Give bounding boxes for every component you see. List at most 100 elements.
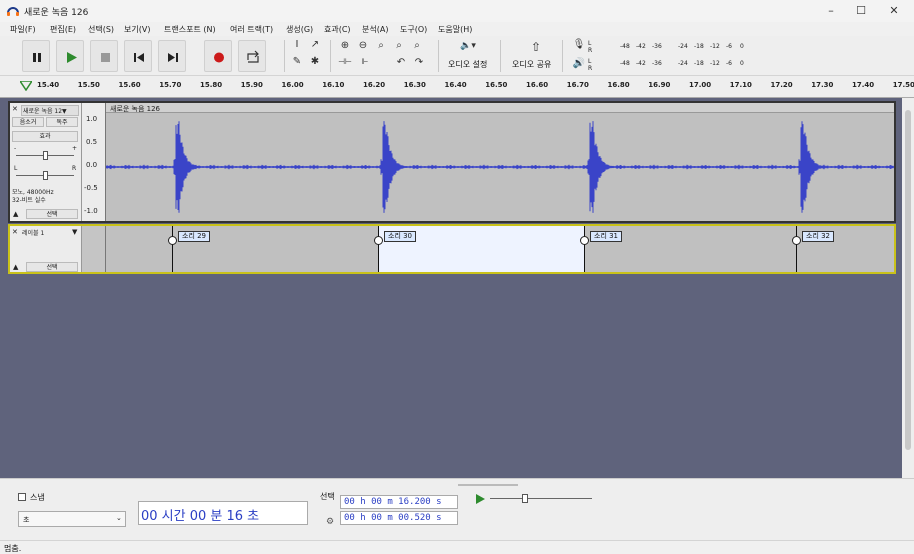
pause-button[interactable] [22, 40, 50, 72]
scale-0.0: 0.0 [86, 161, 98, 169]
snap-label: 스냅 [30, 493, 45, 502]
menu-generate[interactable]: 생성(G) [286, 24, 313, 35]
menu-effect[interactable]: 효과(C) [324, 24, 351, 35]
ruler-tick: 17.50 [892, 81, 914, 89]
pan-slider-thumb[interactable] [43, 171, 48, 180]
menu-help[interactable]: 도움말(H) [438, 24, 472, 35]
label-handle[interactable] [792, 236, 801, 245]
redo-icon[interactable]: ↷ [412, 57, 426, 68]
label-marker[interactable] [378, 226, 379, 272]
vertical-scrollbar[interactable] [902, 98, 914, 478]
label-box[interactable]: 소리 31 [590, 231, 623, 242]
ruler-tick: 15.90 [240, 81, 263, 89]
share-icon[interactable]: ⇧ [528, 40, 544, 54]
label-handle[interactable] [580, 236, 589, 245]
zoom-out-icon[interactable]: ⊖ [356, 40, 370, 51]
track-close-icon[interactable]: ✕ [12, 105, 18, 113]
collapse-track-icon[interactable]: ▲ [13, 210, 18, 218]
playback-meter[interactable]: -48 -42 -36 -24 -18 -12 -6 0 [598, 58, 766, 70]
ruler-tick: 17.40 [852, 81, 875, 89]
minimize-button[interactable]: – [820, 3, 842, 19]
undo-icon[interactable]: ↶ [394, 57, 408, 68]
zoom-fit-icon[interactable]: ⌕ [392, 40, 406, 51]
gain-minus-label: - [14, 145, 17, 152]
label-track-panel: ✕ 레이블 1 ▼ ▲ 선택 [10, 226, 82, 272]
menu-select[interactable]: 선택(S) [88, 24, 114, 35]
menu-transport[interactable]: 트랜스포트 (N) [164, 24, 216, 35]
selection-length-field[interactable]: 00 h 00 m 00.520 s [340, 511, 458, 525]
chevron-down-icon[interactable]: ▼ [72, 228, 77, 236]
effects-button[interactable]: 효과 [12, 131, 78, 142]
gain-slider-thumb[interactable] [43, 151, 48, 160]
skip-start-button[interactable] [124, 40, 152, 72]
zoom-toggle-icon[interactable]: ⌕ [410, 40, 424, 51]
resize-grip[interactable] [458, 484, 518, 486]
label-box[interactable]: 소리 32 [802, 231, 835, 242]
select-label-track-button[interactable]: 선택 [26, 262, 78, 272]
playback-speed-slider[interactable] [490, 498, 592, 499]
timeline-ruler[interactable]: 15.40 15.50 15.60 15.70 15.80 15.90 16.00 16.10… [0, 76, 914, 98]
ruler-tick: 17.00 [689, 81, 712, 89]
label-track[interactable]: ✕ 레이블 1 ▼ ▲ 선택 소리 29 소리 30 소리 31 소리 32 [8, 224, 896, 274]
audio-setup-icon[interactable]: 🔈▾ [454, 41, 482, 51]
silence-icon[interactable]: ⊩ [358, 57, 372, 66]
label-marker[interactable] [172, 226, 173, 272]
scale-1.0: 1.0 [86, 115, 98, 123]
waveform-clip[interactable]: 새로운 녹음 126 [106, 103, 894, 221]
audio-track[interactable]: ✕ 새로운 녹음 12▼ 음소거 독주 효과 - + L R 모노, 48000… [8, 101, 896, 223]
menu-tracks[interactable]: 여러 트랙(T) [230, 24, 273, 35]
label-track-name-menu[interactable]: 레이블 1 [21, 228, 79, 237]
record-button[interactable] [204, 40, 232, 72]
snap-checkbox[interactable] [18, 493, 26, 501]
play-icon [67, 52, 77, 63]
record-meter[interactable]: -48 -42 -36 -24 -18 -12 -6 0 [598, 41, 766, 53]
zoom-in-icon[interactable]: ⊕ [338, 40, 352, 51]
multi-tool-icon[interactable]: ✱ [308, 56, 322, 67]
maximize-button[interactable]: ☐ [850, 3, 872, 19]
play-head-icon[interactable] [20, 81, 32, 91]
trim-icon[interactable]: ⊣⊢ [338, 57, 352, 66]
label-marker[interactable] [584, 226, 585, 272]
share-audio-button[interactable]: 오디오 공유 [512, 59, 551, 70]
selection-start-field[interactable]: 00 h 00 m 16.200 s [340, 495, 458, 509]
pan-left-label: L [14, 165, 18, 172]
settings-gear-icon[interactable]: ⚙ [326, 517, 334, 527]
audio-setup-button[interactable]: 오디오 설정 [448, 59, 487, 70]
label-marker[interactable] [796, 226, 797, 272]
skip-end-button[interactable] [158, 40, 186, 72]
time-display[interactable]: 00 시간 00 분 16 초 [138, 501, 308, 525]
label-area[interactable]: 소리 29 소리 30 소리 31 소리 32 [106, 226, 894, 272]
label-track-close-icon[interactable]: ✕ [12, 228, 18, 236]
mute-button[interactable]: 음소거 [12, 117, 44, 127]
playback-speed-thumb[interactable] [522, 494, 528, 503]
envelope-tool-icon[interactable]: ↗ [308, 39, 322, 50]
collapse-label-track-icon[interactable]: ▲ [13, 263, 18, 271]
menu-edit[interactable]: 편집(E) [50, 24, 76, 35]
menu-tools[interactable]: 도구(O) [400, 24, 427, 35]
play-button[interactable] [56, 40, 84, 72]
selection-tool-icon[interactable]: I [290, 39, 304, 50]
loop-button[interactable] [238, 40, 266, 72]
label-handle[interactable] [374, 236, 383, 245]
menu-view[interactable]: 보기(V) [124, 24, 150, 35]
ruler-tick: 16.70 [566, 81, 589, 89]
draw-tool-icon[interactable]: ✎ [290, 56, 304, 67]
close-button[interactable]: ✕ [883, 3, 905, 19]
ruler-tick: 16.90 [648, 81, 671, 89]
ruler-tick: 16.40 [444, 81, 467, 89]
select-track-button[interactable]: 선택 [26, 209, 78, 219]
zoom-selection-icon[interactable]: ⌕ [374, 40, 388, 51]
ruler-tick: 16.10 [322, 81, 345, 89]
solo-button[interactable]: 독주 [46, 117, 78, 127]
snap-unit-select[interactable]: 초 ⌄ [18, 511, 126, 527]
track-name-menu[interactable]: 새로운 녹음 12▼ [21, 105, 79, 116]
menu-analyze[interactable]: 분석(A) [362, 24, 388, 35]
menu-file[interactable]: 파일(F) [10, 24, 36, 35]
stop-button[interactable] [90, 40, 118, 72]
label-box[interactable]: 소리 29 [178, 231, 211, 242]
play-at-speed-icon[interactable] [474, 493, 486, 505]
play-left-label: L [588, 58, 592, 65]
label-box[interactable]: 소리 30 [384, 231, 417, 242]
label-handle[interactable] [168, 236, 177, 245]
track-area[interactable]: ✕ 새로운 녹음 12▼ 음소거 독주 효과 - + L R 모노, 48000… [0, 98, 914, 478]
